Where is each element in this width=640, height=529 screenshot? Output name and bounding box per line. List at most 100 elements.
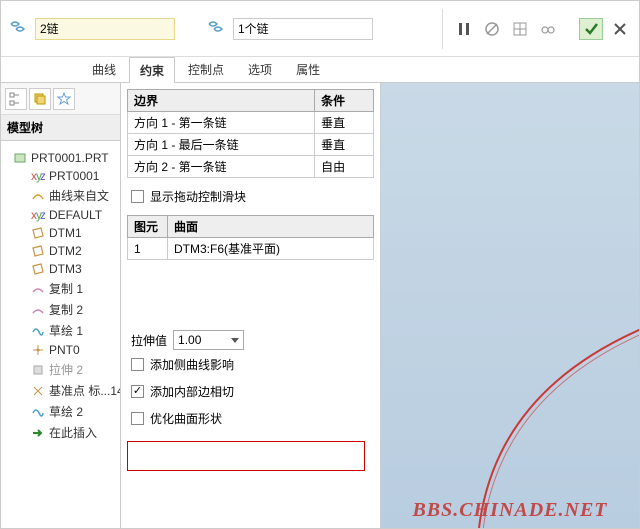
grid-icon-button[interactable] <box>509 18 531 40</box>
chevron-down-icon <box>231 338 239 343</box>
table-cell[interactable]: 方向 2 - 第一条链 <box>128 156 315 178</box>
tab-curve[interactable]: 曲线 <box>81 56 127 82</box>
table-cell[interactable]: 1 <box>128 238 168 260</box>
checkbox-label: 添加侧曲线影响 <box>150 356 234 373</box>
separator <box>442 9 443 49</box>
element-surface-table[interactable]: 图元曲面 1DTM3:F6(基准平面) <box>127 215 374 260</box>
tab-attributes[interactable]: 属性 <box>285 56 331 82</box>
tree-item-label: 基准点 标...143 <box>49 382 120 399</box>
table-header: 图元 <box>128 216 168 238</box>
table-cell[interactable]: 方向 1 - 最后一条链 <box>128 134 315 156</box>
tree-item[interactable]: 曲线来自文 <box>1 185 120 206</box>
table-cell[interactable]: 方向 1 - 第一条链 <box>128 112 315 134</box>
stretch-value: 1.00 <box>178 333 201 347</box>
plane-icon <box>31 244 45 258</box>
extrude-icon <box>31 363 45 377</box>
tree-item[interactable]: 拉伸 2 <box>1 359 120 380</box>
svg-text:z: z <box>40 169 45 183</box>
stretch-value-dropdown[interactable]: 1.00 <box>173 330 244 350</box>
sketch-icon <box>31 324 45 338</box>
table-cell[interactable]: 自由 <box>315 156 374 178</box>
model-tree-sidebar: 模型树 PRT0001.PRT xyz PRT0001 曲线来自文 xyz DEFAUL… <box>1 83 121 528</box>
boundary-table[interactable]: 边界条件 方向 1 - 第一条链垂直 方向 1 - 最后一条链垂直 方向 2 -… <box>127 89 374 178</box>
pause-button[interactable] <box>453 18 475 40</box>
copy-icon <box>31 303 45 317</box>
show-drag-slider-checkbox[interactable] <box>131 190 144 203</box>
chain-icon-2 <box>207 20 227 38</box>
tree-item-label: DTM2 <box>49 244 82 258</box>
tree-item[interactable]: DTM3 <box>1 260 120 278</box>
curve-icon <box>31 189 45 203</box>
chain-icon <box>9 20 29 38</box>
add-inner-tangent-checkbox[interactable] <box>131 385 144 398</box>
checkbox-label: 添加内部边相切 <box>150 383 234 400</box>
xyz-icon: xyz <box>31 208 45 222</box>
constraint-panel: 边界条件 方向 1 - 第一条链垂直 方向 1 - 最后一条链垂直 方向 2 -… <box>121 83 381 528</box>
checkbox-label: 显示拖动控制滑块 <box>150 188 246 205</box>
point-icon <box>31 343 45 357</box>
plane-icon <box>31 226 45 240</box>
tree-item-label: DTM1 <box>49 226 82 240</box>
tab-control-points[interactable]: 控制点 <box>177 56 235 82</box>
tree-item-label: PNT0 <box>49 343 80 357</box>
chain1-input[interactable] <box>35 18 175 40</box>
table-header: 曲面 <box>168 216 374 238</box>
copy-icon <box>31 282 45 296</box>
table-cell[interactable]: 垂直 <box>315 112 374 134</box>
tree-item-label: 草绘 2 <box>49 403 83 420</box>
stretch-label: 拉伸值 <box>131 332 167 349</box>
chain2-input[interactable] <box>233 18 373 40</box>
tree-item[interactable]: xyz DEFAULT <box>1 206 120 224</box>
tree-item-label: 在此插入 <box>49 424 97 441</box>
table-cell[interactable]: 垂直 <box>315 134 374 156</box>
glasses-icon-button[interactable] <box>537 18 559 40</box>
tree-item[interactable]: PNT0 <box>1 341 120 359</box>
tree-item-label: 复制 2 <box>49 301 83 318</box>
tree-item[interactable]: 基准点 标...143 <box>1 380 120 401</box>
graphics-viewport[interactable]: BBS.CHINADE.NET <box>381 83 639 528</box>
tree-root[interactable]: PRT0001.PRT <box>1 149 120 167</box>
tree-item[interactable]: DTM1 <box>1 224 120 242</box>
highlight-box <box>127 441 365 471</box>
model-curve <box>439 248 639 528</box>
tree-item[interactable]: DTM2 <box>1 242 120 260</box>
plane-icon <box>31 262 45 276</box>
table-cell[interactable]: DTM3:F6(基准平面) <box>168 238 374 260</box>
tree-item[interactable]: 草绘 2 <box>1 401 120 422</box>
tree-view-button[interactable] <box>5 88 27 110</box>
table-header: 边界 <box>128 90 315 112</box>
tree-item[interactable]: 在此插入 <box>1 422 120 443</box>
part-icon <box>13 151 27 165</box>
tree-item-label: DTM3 <box>49 262 82 276</box>
tree-item-label: 拉伸 2 <box>49 361 83 378</box>
tree-item-label: PRT0001.PRT <box>31 151 109 165</box>
point2-icon <box>31 384 45 398</box>
tree-item[interactable]: 复制 1 <box>1 278 120 299</box>
optimize-surface-checkbox[interactable] <box>131 412 144 425</box>
sketch-icon <box>31 405 45 419</box>
tab-options[interactable]: 选项 <box>237 56 283 82</box>
no-icon-button[interactable] <box>481 18 503 40</box>
cancel-button[interactable] <box>609 18 631 40</box>
svg-text:z: z <box>40 208 45 222</box>
model-tree-title: 模型树 <box>1 115 120 141</box>
tree-item[interactable]: 复制 2 <box>1 299 120 320</box>
watermark: BBS.CHINADE.NET <box>412 499 607 522</box>
insert-icon <box>31 426 45 440</box>
tree-item[interactable]: 草绘 1 <box>1 320 120 341</box>
tree-item-label: 曲线来自文 <box>49 187 109 204</box>
checkbox-label: 优化曲面形状 <box>150 410 222 427</box>
add-side-curve-checkbox[interactable] <box>131 358 144 371</box>
layers-button[interactable] <box>29 88 51 110</box>
tree-item-label: 草绘 1 <box>49 322 83 339</box>
xyz-icon: xyz <box>31 169 45 183</box>
star-button[interactable] <box>53 88 75 110</box>
table-header: 条件 <box>315 90 374 112</box>
tab-constraint[interactable]: 约束 <box>129 57 175 83</box>
ok-button[interactable] <box>579 18 603 40</box>
tree-item[interactable]: xyz PRT0001 <box>1 167 120 185</box>
tree-item-label: 复制 1 <box>49 280 83 297</box>
tree-item-label: DEFAULT <box>49 208 102 222</box>
tree-item-label: PRT0001 <box>49 169 99 183</box>
tab-bar: 曲线 约束 控制点 选项 属性 <box>1 57 639 83</box>
